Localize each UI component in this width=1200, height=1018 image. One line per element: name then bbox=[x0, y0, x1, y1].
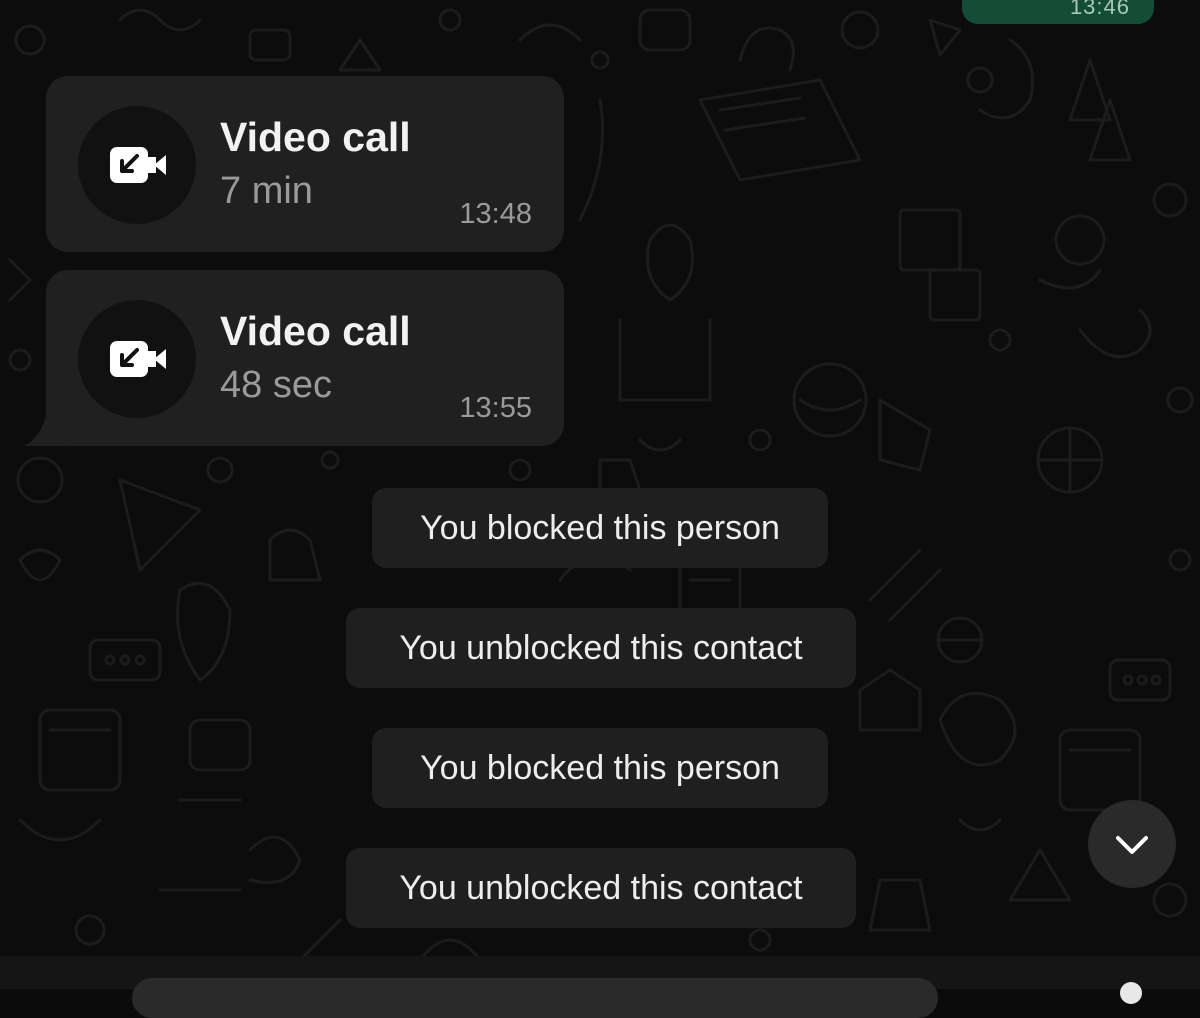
call-icon-circle bbox=[78, 300, 196, 418]
system-message-unblocked: You unblocked this contact bbox=[346, 608, 856, 688]
call-time: 13:48 bbox=[459, 198, 532, 230]
call-icon-circle bbox=[78, 106, 196, 224]
scroll-to-bottom-button[interactable] bbox=[1088, 800, 1176, 888]
message-input[interactable] bbox=[132, 978, 938, 1018]
system-message-blocked: You blocked this person bbox=[372, 488, 828, 568]
call-duration: 7 min bbox=[220, 170, 313, 212]
call-duration: 48 sec bbox=[220, 364, 332, 406]
incoming-video-call-icon bbox=[110, 341, 166, 377]
call-time: 13:55 bbox=[459, 392, 532, 424]
microphone-icon[interactable] bbox=[1120, 982, 1142, 1004]
call-title: Video call bbox=[220, 114, 411, 160]
call-title: Video call bbox=[220, 308, 411, 354]
incoming-video-call-icon bbox=[110, 147, 166, 183]
system-message-blocked: You blocked this person bbox=[372, 728, 828, 808]
message-composer-bar bbox=[0, 956, 1200, 1018]
video-call-bubble[interactable]: Video call 48 sec 13:55 bbox=[24, 270, 564, 446]
outgoing-message-bubble[interactable]: 13:46 bbox=[962, 0, 1154, 24]
system-message-unblocked: You unblocked this contact bbox=[346, 848, 856, 928]
bubble-tail bbox=[24, 416, 64, 446]
chevron-down-icon bbox=[1116, 836, 1148, 854]
message-time: 13:46 bbox=[1069, 0, 1130, 19]
video-call-bubble[interactable]: Video call 7 min 13:48 bbox=[46, 76, 564, 252]
